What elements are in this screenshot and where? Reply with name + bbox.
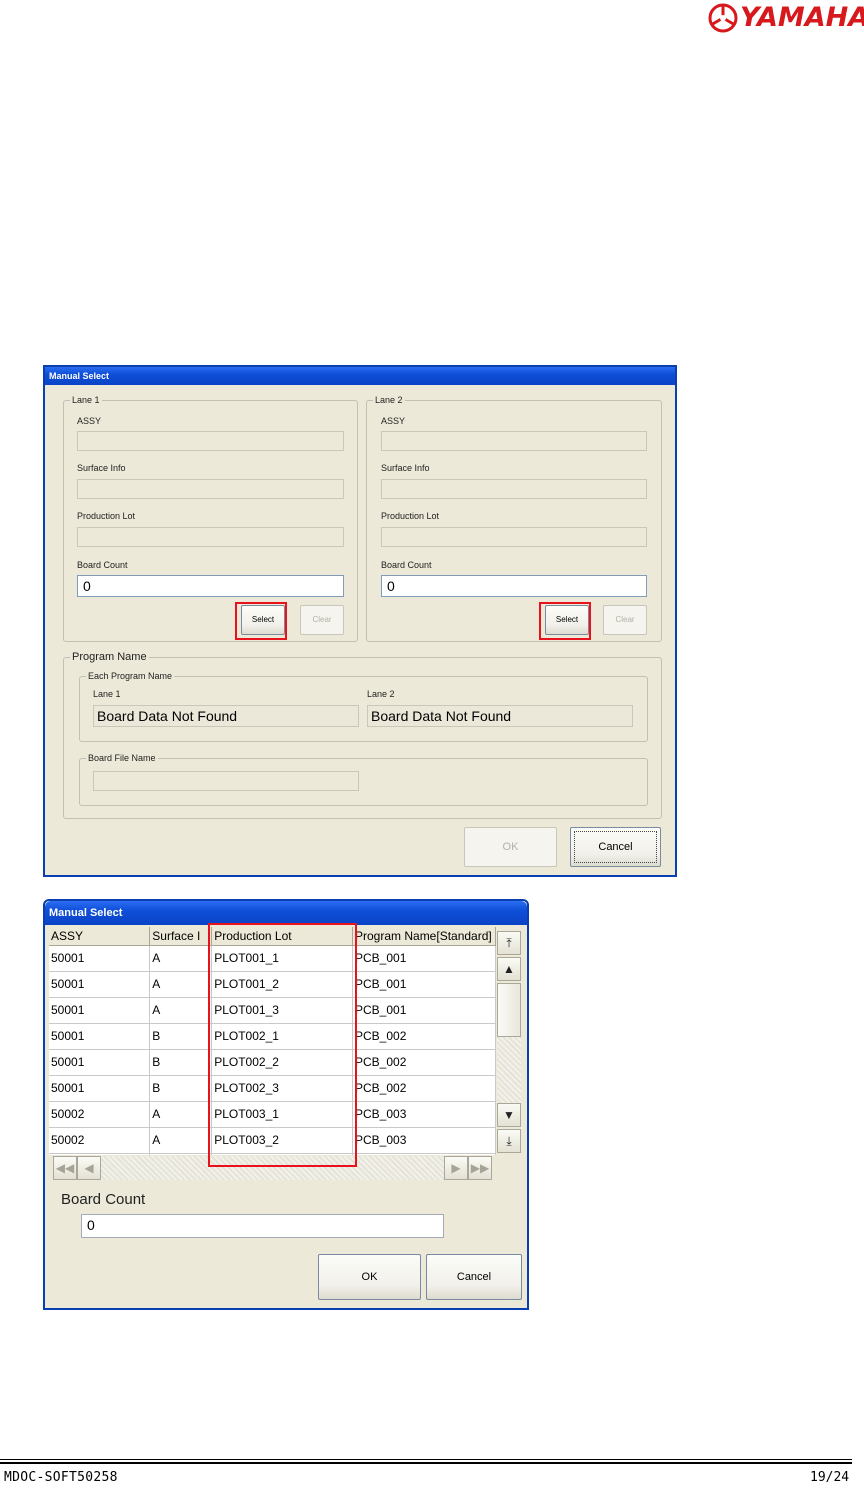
scroll-track[interactable] [497,1037,521,1103]
cell-assy: 50001 [49,971,151,998]
dialog-titlebar: Manual Select [45,367,675,385]
lane2-count-label: Board Count [381,560,432,570]
lane2-surface-label: Surface Info [381,463,430,473]
page-number: 19/24 [810,1470,850,1485]
lane1-board-count-input[interactable]: 0 [77,575,344,597]
cell-surface: A [149,1127,213,1154]
lane1-assy-label: ASSY [77,416,102,426]
cell-surface: A [149,1101,213,1128]
cell-program-name: PCB_003 [352,1127,496,1154]
lane1-lot-label: Production Lot [77,511,136,521]
lane2-surface-field [381,479,647,499]
scroll-right-icon[interactable]: ▶ [444,1156,468,1180]
cell-program-name: PCB_002 [352,1075,496,1102]
lane1-count-label: Board Count [77,560,128,570]
scroll-top-icon[interactable]: ⤒ [497,931,521,955]
cell-program-name: PCB_003 [352,1101,496,1128]
program-name-group: Program Name Each Program Name Lane 1 Bo… [63,651,662,819]
lane1-legend: Lane 1 [70,394,102,406]
lane2-lot-field [381,527,647,547]
scroll-left-icon[interactable]: ◀ [77,1156,101,1180]
ok-button[interactable]: OK [318,1254,421,1300]
cell-program-name: PCB_001 [352,945,496,972]
lane1-group: Lane 1 ASSY Surface Info Production Lot … [63,394,358,642]
column-header-surface[interactable]: Surface I [149,927,213,946]
cell-program-name: PCB_002 [352,1023,496,1050]
lane1-surface-field [77,479,344,499]
lane1-lot-field [77,527,344,547]
program-lane2-value: Board Data Not Found [367,705,633,727]
lane1-surface-label: Surface Info [77,463,126,473]
program-lane1-label: Lane 1 [93,689,121,699]
cell-program-name: PCB_001 [352,971,496,998]
lane1-select-highlight [235,602,287,640]
yamaha-tuning-fork-icon [708,3,738,33]
scroll-first-icon[interactable]: ◀◀ [53,1156,77,1180]
footer-rule-thick [0,1462,852,1464]
manual-select-dialog-lanes: Manual Select Lane 1 ASSY Surface Info P… [43,365,677,877]
production-lot-highlight [208,923,357,1167]
each-program-name-legend: Each Program Name [86,670,175,682]
column-header-program-name[interactable]: Program Name[Standard] [352,927,496,946]
cell-surface: B [149,1049,213,1076]
cancel-button[interactable]: Cancel [426,1254,522,1300]
column-header-assy[interactable]: ASSY [49,927,151,946]
scroll-down-icon[interactable]: ▼ [497,1103,521,1127]
lane2-clear-button[interactable]: Clear [603,605,647,635]
cell-assy: 50001 [49,997,151,1024]
lane2-select-highlight [539,602,591,640]
cell-surface: A [149,997,213,1024]
ok-button[interactable]: OK [464,827,557,867]
scroll-up-icon[interactable]: ▲ [497,957,521,981]
lane2-assy-field [381,431,647,451]
cell-surface: A [149,971,213,998]
cell-assy: 50001 [49,1049,151,1076]
program-lane1-value: Board Data Not Found [93,705,359,727]
cell-surface: A [149,945,213,972]
dialog-titlebar: Manual Select [45,901,527,925]
cell-surface: B [149,1023,213,1050]
cell-assy: 50001 [49,1075,151,1102]
cell-assy: 50001 [49,945,151,972]
doc-id: MDOC-SOFT50258 [4,1470,118,1485]
lane2-group: Lane 2 ASSY Surface Info Production Lot … [366,394,662,642]
cell-assy: 50001 [49,1023,151,1050]
lane2-board-count-input[interactable]: 0 [381,575,647,597]
each-program-name-group: Each Program Name Lane 1 Board Data Not … [79,670,648,742]
lane1-assy-field [77,431,344,451]
board-file-name-field [93,771,359,791]
lane2-lot-label: Production Lot [381,511,440,521]
program-name-legend: Program Name [70,651,149,663]
board-file-name-legend: Board File Name [86,752,158,764]
yamaha-logo: YAMAHA [708,2,864,34]
lane2-assy-label: ASSY [381,416,406,426]
cell-program-name: PCB_002 [352,1049,496,1076]
vertical-scrollbar[interactable]: ⤒ ▲ ▼ ⤓ [496,927,522,1155]
lane2-legend: Lane 2 [373,394,405,406]
board-file-name-group: Board File Name [79,752,648,806]
lane1-clear-button[interactable]: Clear [300,605,344,635]
scroll-thumb[interactable] [497,983,521,1037]
scroll-bottom-icon[interactable]: ⤓ [497,1129,521,1153]
cancel-button[interactable]: Cancel [570,827,661,867]
footer-rule [0,1459,852,1460]
cell-assy: 50002 [49,1101,151,1128]
scroll-last-icon[interactable]: ▶▶ [468,1156,492,1180]
board-count-input[interactable]: 0 [81,1214,444,1238]
logo-text: YAMAHA [740,2,864,33]
program-lane2-label: Lane 2 [367,689,395,699]
cell-program-name: PCB_001 [352,997,496,1024]
cell-assy: 50002 [49,1127,151,1154]
board-count-label: Board Count [61,1191,146,1208]
manual-select-dialog-list: Manual Select ASSY Surface I Production … [43,899,529,1310]
cell-surface: B [149,1075,213,1102]
